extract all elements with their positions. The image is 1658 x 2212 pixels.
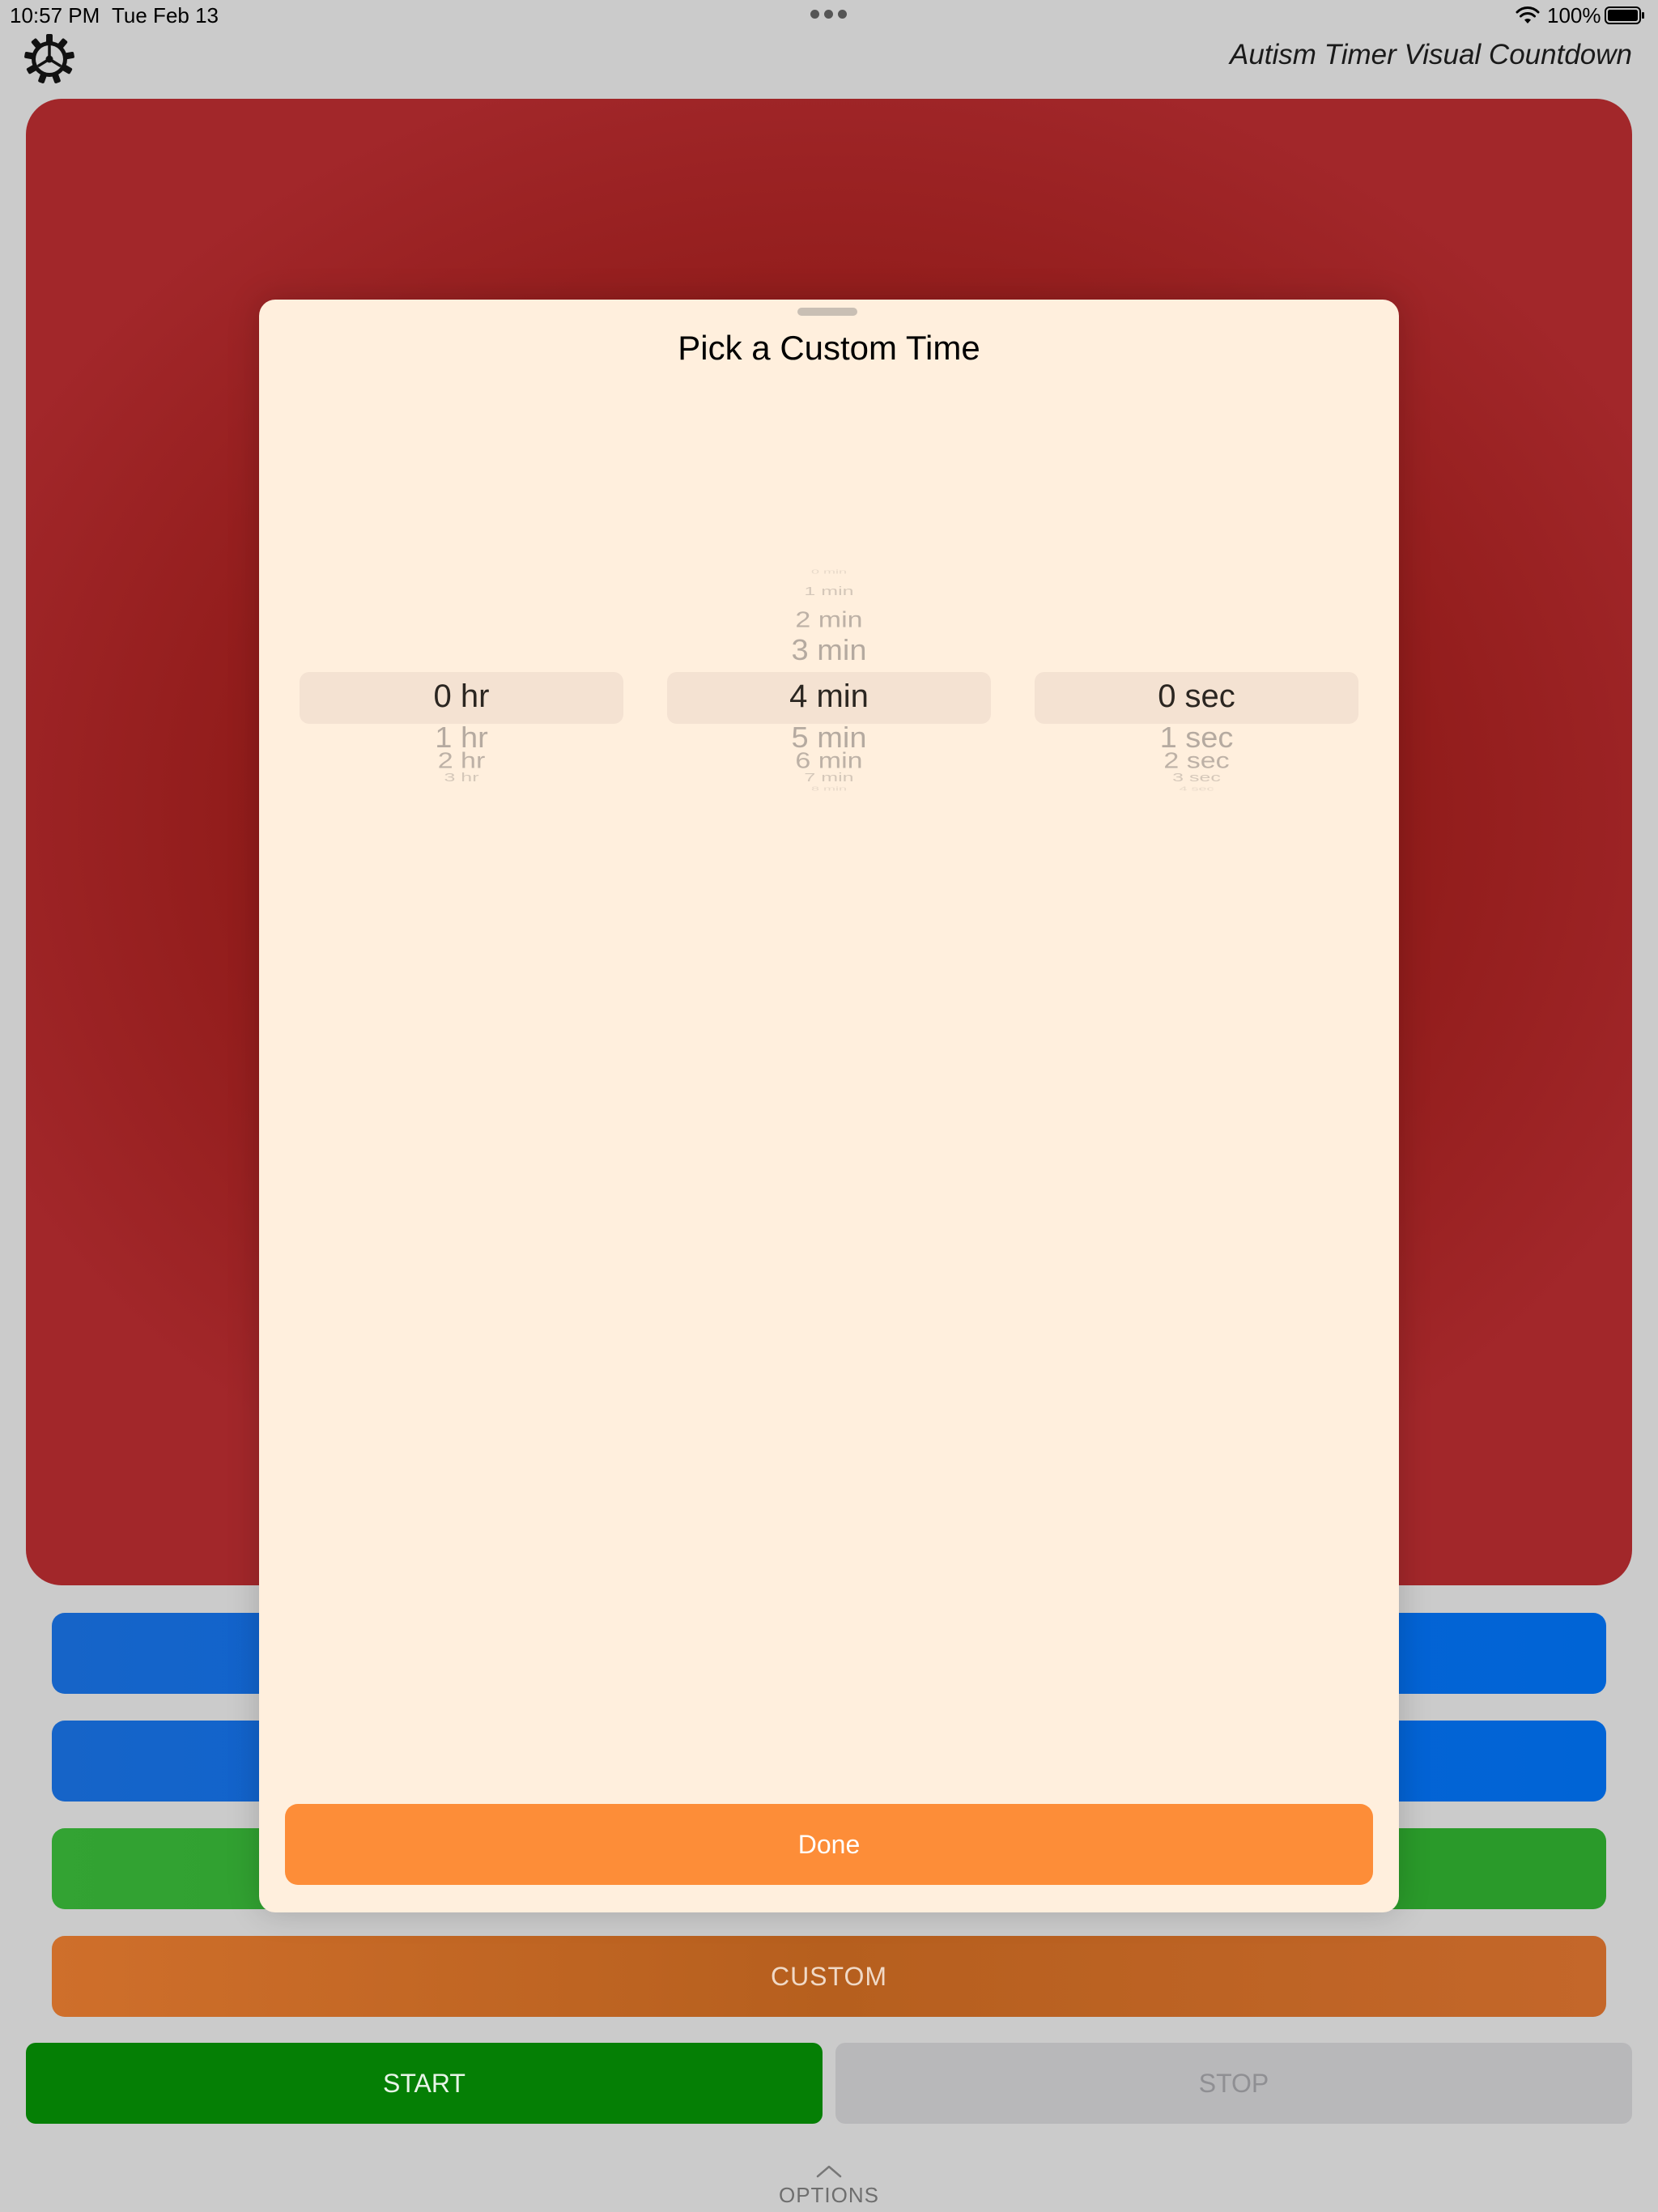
minutes-option[interactable]: 7 min — [667, 771, 991, 785]
seconds-wheel[interactable]: 0 sec 1 sec 2 sec 3 sec 4 sec — [1035, 421, 1358, 1020]
hours-selected-value[interactable]: 0 hr — [300, 678, 623, 715]
done-button[interactable]: Done — [285, 1804, 1373, 1885]
minutes-option[interactable]: 0 min — [667, 568, 991, 575]
status-time: 10:57 PM — [10, 3, 100, 28]
minutes-option[interactable]: 3 min — [667, 635, 991, 667]
stop-button[interactable]: STOP — [835, 2043, 1632, 2124]
multitasking-dots-icon[interactable] — [810, 10, 848, 21]
app-title: Autism Timer Visual Countdown — [1229, 39, 1632, 70]
battery-icon — [1605, 6, 1644, 24]
modal-title: Pick a Custom Time — [678, 329, 980, 367]
wifi-icon — [1516, 6, 1540, 23]
screen: 10:57 PM Tue Feb 13 100% Autism Timer Vi… — [0, 0, 1658, 2212]
gear-icon[interactable] — [23, 32, 76, 86]
chevron-up-icon[interactable] — [814, 2163, 844, 2179]
sheet-grabber-handle[interactable] — [797, 308, 857, 316]
seconds-option[interactable]: 4 sec — [1035, 785, 1358, 792]
minutes-selected-value[interactable]: 4 min — [667, 678, 991, 715]
start-button[interactable]: START — [26, 2043, 823, 2124]
seconds-selected-value[interactable]: 0 sec — [1035, 678, 1358, 715]
minutes-option[interactable]: 2 min — [667, 607, 991, 633]
options-label[interactable]: OPTIONS — [0, 2183, 1658, 2208]
custom-time-modal: Pick a Custom Time 0 hr 1 hr 2 hr 3 hr 0 mi… — [259, 300, 1399, 1912]
minutes-option[interactable]: 8 min — [667, 785, 991, 792]
time-picker[interactable]: 0 hr 1 hr 2 hr 3 hr 0 min 1 min 2 min 3 min 4 m… — [259, 421, 1399, 1020]
status-date: Tue Feb 13 — [112, 3, 219, 28]
seconds-option[interactable]: 3 sec — [1035, 771, 1358, 785]
hours-option[interactable]: 3 hr — [300, 771, 623, 785]
minutes-option[interactable]: 1 min — [667, 585, 991, 598]
battery-percentage: 100% — [1547, 3, 1601, 28]
status-bar: 10:57 PM Tue Feb 13 100% — [0, 0, 1658, 36]
hours-wheel[interactable]: 0 hr 1 hr 2 hr 3 hr — [300, 421, 623, 1020]
custom-button[interactable]: CUSTOM — [52, 1936, 1606, 2017]
minutes-wheel[interactable]: 0 min 1 min 2 min 3 min 4 min 5 min 6 min 7 min… — [667, 421, 991, 1020]
